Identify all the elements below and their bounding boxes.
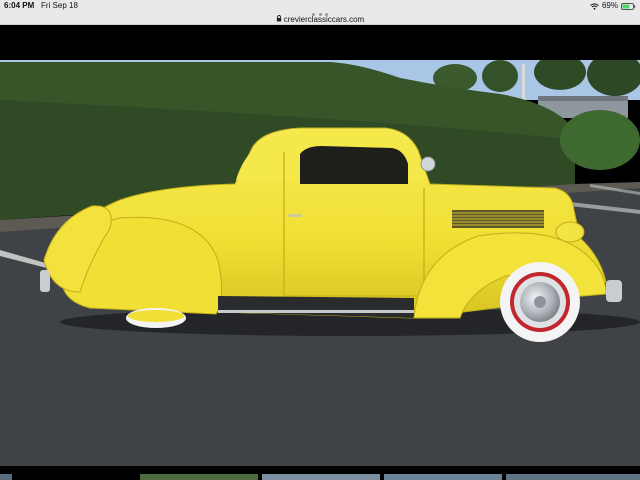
thumbnail[interactable]	[0, 474, 12, 480]
battery-fill	[622, 4, 630, 8]
lock-icon	[276, 15, 282, 24]
page-header-band	[0, 25, 640, 60]
shrub	[560, 110, 640, 170]
battery-percent: 69%	[601, 1, 618, 10]
door-handle	[288, 214, 302, 217]
url-text: crevierclassiccars.com	[283, 15, 365, 24]
wifi-icon	[590, 2, 599, 10]
front-wheel	[500, 262, 580, 342]
spotlight	[420, 156, 436, 172]
thumbnail[interactable]	[140, 474, 258, 480]
status-bar: 6:04 PM Fri Sep 18 69%	[0, 0, 640, 12]
url-field[interactable]: crevierclassiccars.com	[0, 12, 640, 24]
status-date: Fri Sep 18	[41, 1, 78, 10]
address-bar[interactable]: crevierclassiccars.com	[0, 12, 640, 25]
rear-bumper	[40, 270, 50, 292]
front-bumper	[606, 280, 622, 302]
screen: 6:04 PM Fri Sep 18 69% crevierclassiccar…	[0, 0, 640, 480]
status-time: 6:04 PM	[4, 1, 35, 10]
battery-icon	[621, 2, 636, 10]
headlight	[555, 221, 585, 243]
car-photo[interactable]	[0, 60, 640, 466]
thumbnail[interactable]	[506, 474, 640, 480]
thumbnail[interactable]	[262, 474, 380, 480]
status-right: 69%	[590, 0, 636, 12]
thumbnail-strip	[0, 466, 640, 480]
thumbnail[interactable]	[384, 474, 502, 480]
car-window	[300, 146, 408, 184]
tree	[482, 60, 518, 92]
